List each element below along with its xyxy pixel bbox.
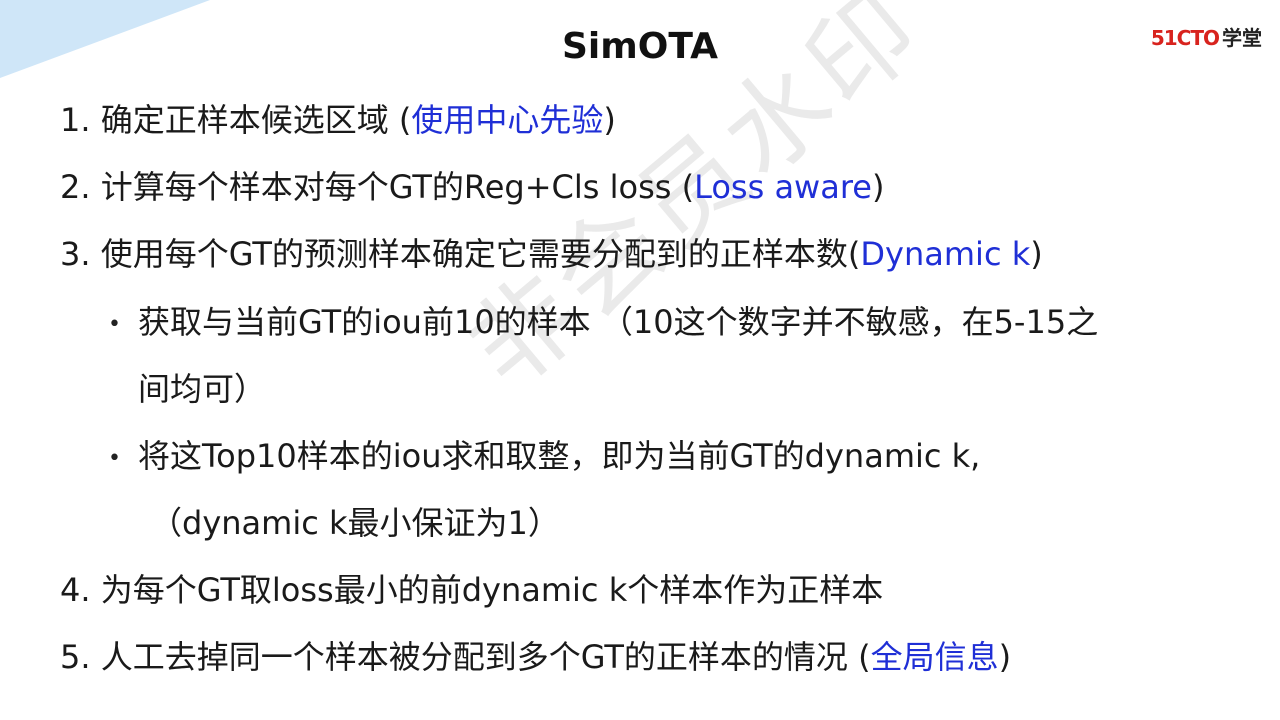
sub-bullet-line-continued: 间均可） xyxy=(138,370,267,408)
bullet-icon: • xyxy=(108,312,121,337)
slide-title: SimOTA xyxy=(561,26,718,67)
item-suffix: ) xyxy=(603,101,616,139)
list-item: 5. 人工去掉同一个样本被分配到多个GT的正样本的情况 (全局信息) xyxy=(60,641,1011,673)
item-text: 4. 为每个GT取loss最小的前dynamic k个样本作为正样本 xyxy=(60,571,884,609)
item-text: 3. 使用每个GT的预测样本确定它需要分配到的正样本数( xyxy=(60,235,861,273)
list-item: 1. 确定正样本候选区域 (使用中心先验) xyxy=(60,104,616,136)
item-suffix: ) xyxy=(1030,235,1043,273)
item-highlight: 使用中心先验 xyxy=(411,101,604,139)
item-suffix: ) xyxy=(998,638,1012,676)
item-text: 1. 确定正样本候选区域 ( xyxy=(60,101,412,139)
item-highlight: Dynamic k xyxy=(860,235,1031,273)
list-item: 3. 使用每个GT的预测样本确定它需要分配到的正样本数(Dynamic k) xyxy=(60,238,1043,270)
list-item: 2. 计算每个样本对每个GT的Reg+Cls loss (Loss aware) xyxy=(60,171,884,203)
item-highlight: 全局信息 xyxy=(870,638,999,676)
item-highlight: Loss aware xyxy=(694,168,872,206)
sub-bullet-line-continued: （dynamic k最小保证为1） xyxy=(150,504,560,542)
item-text: 5. 人工去掉同一个样本被分配到多个GT的正样本的情况 ( xyxy=(60,638,871,676)
item-text: 2. 计算每个样本对每个GT的Reg+Cls loss ( xyxy=(60,168,695,206)
sub-bullet-line: 将这Top10样本的iou求和取整，即为当前GT的dynamic k, xyxy=(138,437,981,475)
item-suffix: ) xyxy=(871,168,885,206)
bullet-icon: • xyxy=(108,446,121,471)
sub-bullet-line: 获取与当前GT的iou前10的样本 （10这个数字并不敏感，在5-15之 xyxy=(138,303,1099,341)
list-item: 4. 为每个GT取loss最小的前dynamic k个样本作为正样本 xyxy=(60,574,883,606)
